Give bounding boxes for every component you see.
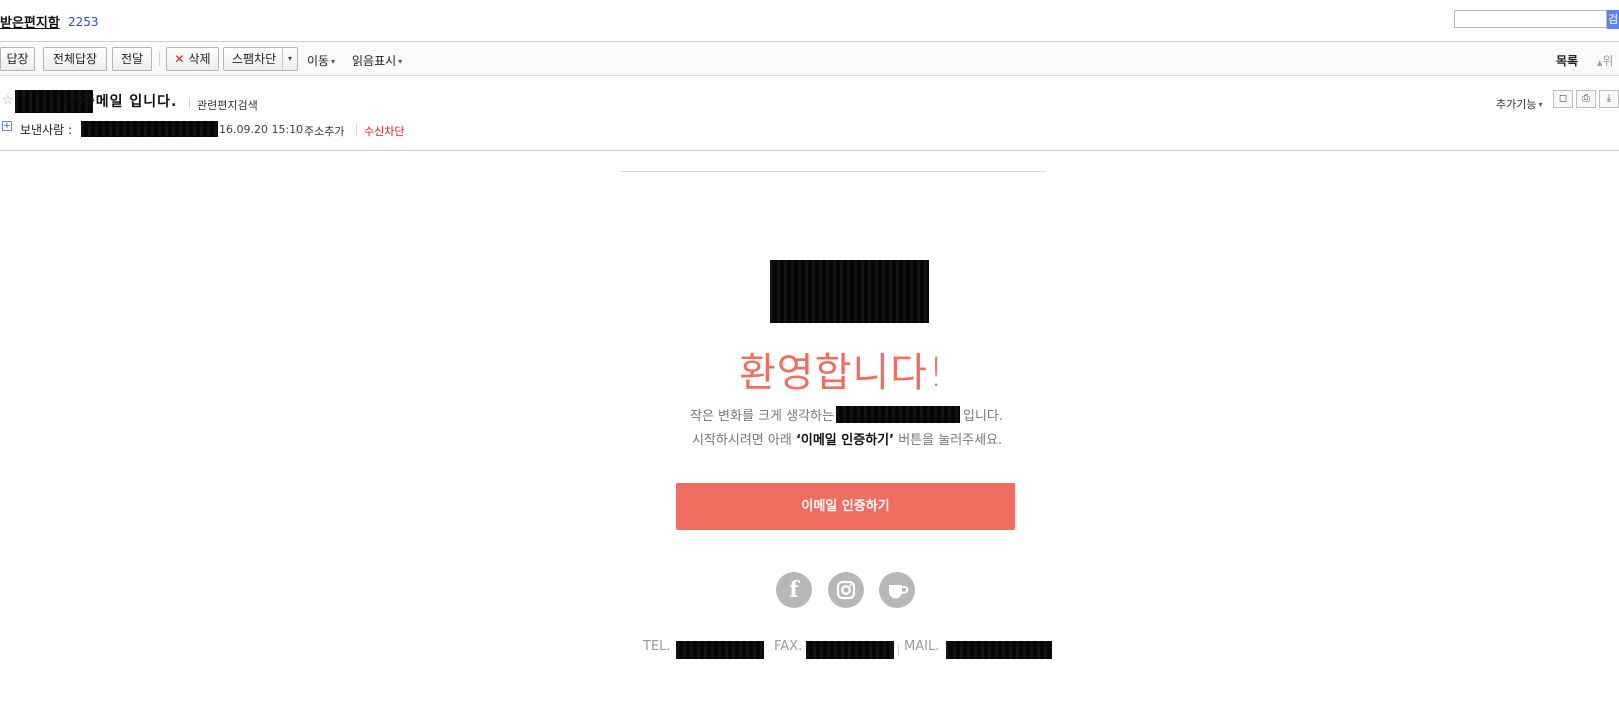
folder-title[interactable]: 받은편지함: [0, 12, 60, 31]
chevron-down-icon[interactable]: ▾: [282, 48, 297, 70]
more-features-label: 추가기능: [1496, 98, 1537, 111]
verify-email-button[interactable]: 이메일 인증하기: [676, 483, 1015, 530]
list-button[interactable]: 목록: [1556, 52, 1578, 69]
mail-label: MAIL.: [904, 639, 940, 654]
tel-label: TEL.: [643, 639, 671, 654]
up-label: 위: [1602, 54, 1614, 68]
sender-label: 보낸사람 :: [20, 123, 73, 137]
intro-line-1-end: 입니다.: [963, 409, 1004, 424]
print-icon[interactable]: ⎙: [1576, 90, 1596, 108]
unread-count: 2253: [68, 15, 99, 29]
intro-line-1-start: 작은 변화를 크게 생각하는: [690, 409, 834, 424]
expand-icon[interactable]: +: [2, 121, 12, 131]
cafe-icon[interactable]: [879, 572, 915, 608]
search-button[interactable]: 검: [1607, 10, 1619, 29]
save-icon[interactable]: ⤓: [1599, 90, 1619, 108]
separator: [189, 98, 190, 109]
intro-line-2-start: 시작하시려면 아래: [692, 433, 792, 448]
move-label: 이동: [307, 54, 330, 68]
chevron-down-icon: ▾: [398, 57, 403, 66]
star-icon[interactable]: ☆: [2, 93, 14, 108]
fax-label: FAX.: [774, 639, 803, 654]
message-header-divider: [0, 150, 1619, 151]
reply-all-button[interactable]: 전체답장: [43, 47, 107, 71]
mark-read-label: 읽음표시: [352, 54, 397, 68]
reply-button[interactable]: 답장: [0, 47, 35, 71]
cup-glyph: [889, 585, 909, 599]
message-subject: 인증메일 입니다.: [68, 94, 178, 110]
redacted-mail: [946, 641, 1052, 659]
separator: [356, 124, 357, 135]
related-search-link[interactable]: 관련편지검색: [197, 97, 258, 113]
search-input[interactable]: [1454, 10, 1607, 28]
welcome-heading: 환영합니다!: [738, 350, 946, 396]
redacted-company-name: [836, 406, 960, 423]
up-button[interactable]: ▲위: [1597, 52, 1613, 69]
message-date: 16.09.20 15:10: [219, 123, 304, 136]
move-menu[interactable]: 이동 ▾: [307, 52, 335, 69]
intro-line-2: 시작하시려면 아래 ‘이메일 인증하기’ 버튼을 눌러주세요.: [692, 429, 1002, 448]
instagram-icon[interactable]: [828, 572, 864, 608]
add-address-link[interactable]: 주소추가: [304, 123, 344, 139]
chevron-down-icon: ▾: [1538, 100, 1543, 109]
redacted-logo: [770, 260, 929, 323]
chevron-down-icon: ▾: [331, 57, 336, 66]
facebook-icon[interactable]: f: [776, 572, 812, 608]
mark-read-menu[interactable]: 읽음표시 ▾: [352, 52, 402, 69]
intro-line-2-end: 버튼을 눌러주세요.: [898, 433, 1003, 448]
more-features-menu[interactable]: 추가기능 ▾: [1496, 96, 1543, 112]
toolbar-separator: [159, 52, 160, 66]
email-top-rule: [621, 171, 1046, 172]
forward-button[interactable]: 전달: [112, 47, 152, 71]
intro-line-2-highlight: ‘이메일 인증하기’: [795, 433, 895, 448]
separator: [296, 124, 297, 135]
delete-x-icon: ✕: [174, 52, 185, 66]
separator: [898, 644, 899, 655]
spam-block-button[interactable]: 스팸차단 ▾: [223, 47, 298, 71]
delete-label: 삭제: [188, 52, 211, 66]
instagram-glyph: [836, 580, 856, 600]
popup-icon[interactable]: ◻: [1553, 90, 1573, 108]
block-receive-link[interactable]: 수신차단: [364, 123, 404, 139]
redacted-fax: [806, 641, 894, 659]
redacted-sender-email: [81, 121, 218, 137]
spam-block-label: 스팸차단: [232, 52, 277, 66]
toolbar: 답장 전체답장 전달 ✕ 삭제 스팸차단 ▾ 이동 ▾ 읽음표시 ▾ 목록 ▲위: [0, 42, 1619, 76]
redacted-tel: [676, 641, 764, 659]
delete-button[interactable]: ✕ 삭제: [166, 47, 219, 71]
